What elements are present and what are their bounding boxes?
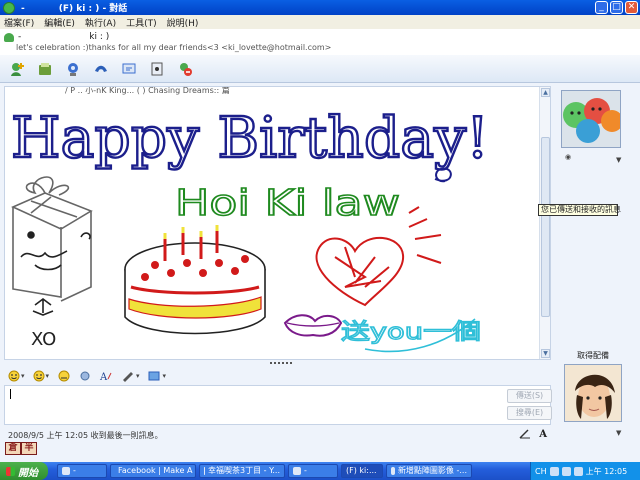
taskbar-item-5[interactable]: (F) ki:... [341, 464, 383, 478]
menu-file[interactable]: 檔案(F) [4, 16, 34, 29]
text-caret [10, 389, 11, 399]
maximize-button[interactable]: □ [610, 1, 623, 14]
start-button[interactable]: 開始 [0, 462, 48, 480]
picture-menu-chevron[interactable]: ▼ [616, 156, 621, 164]
contact-personal-message: let's celebration :)thanks for all my de… [16, 43, 332, 52]
taskbar-item-2[interactable]: Facebook | Make A ... [110, 464, 196, 478]
voice-clip-icon[interactable] [57, 370, 71, 382]
formatting-toolbar: ▾ ▾ A ▾ ▾ [4, 366, 551, 385]
name-text: Hoi Ki law [175, 183, 400, 224]
chat-scrollbar[interactable]: ▲ ▼ [539, 87, 550, 359]
messenger-icon [3, 1, 15, 14]
language-indicator[interactable]: CH [535, 467, 547, 476]
taskbar-item-1[interactable]: - [57, 464, 107, 478]
window-title: - (F) ki : ) - 對話 [21, 4, 128, 14]
paint-icon [391, 467, 395, 475]
taskbar-item-4[interactable]: - [288, 464, 338, 478]
messenger-icon [293, 467, 301, 475]
voice-call-icon[interactable] [92, 60, 110, 78]
menu-tools[interactable]: 工具(T) [126, 16, 157, 29]
taskbar-item-6[interactable]: 新增點陣圖影像 -... [386, 464, 472, 478]
contact-display-name[interactable]: ki : ) [89, 32, 109, 42]
gift-message-text: 送you一個 [341, 320, 481, 345]
activities-icon[interactable] [120, 60, 138, 78]
text-mode-icon[interactable]: A [539, 429, 547, 442]
background-icon[interactable]: ▾ [148, 370, 166, 382]
menu-help[interactable]: 說明(H) [167, 16, 199, 29]
scroll-thumb[interactable] [541, 137, 550, 317]
message-compose-area[interactable]: 傳送(S) 搜尋(E) [4, 385, 552, 425]
nudge-icon[interactable] [79, 370, 91, 382]
svg-text:A: A [99, 372, 108, 382]
contact-display-picture[interactable] [561, 90, 621, 148]
scroll-down-arrow[interactable]: ▼ [541, 349, 550, 358]
app-icon [62, 467, 70, 475]
status-bar: 2008/9/5 上午 12:05 收到最後一則訊息。 A [4, 428, 551, 442]
gift-box-drawing [11, 176, 93, 302]
contact-name-prefix: - [18, 32, 22, 42]
handwriting-drawing: Happy Birthday! Hoi Ki law XO 送you一個 [10, 105, 490, 353]
games-icon[interactable] [148, 60, 166, 78]
main-toolbar [0, 55, 640, 83]
scroll-up-arrow[interactable]: ▲ [541, 88, 550, 97]
get-accessories-label[interactable]: 取得配備 [577, 350, 609, 361]
title-bar: - (F) ki : ) - 對話 _ □ ✕ [0, 0, 640, 15]
input-method-bar: 倉 半 [5, 442, 37, 455]
system-tray: CH 上午 12:05 [530, 462, 640, 480]
block-contact-icon[interactable] [176, 60, 194, 78]
chat-history[interactable]: / P .. 小-nK King... ( ) Chasing Dreams::… [4, 86, 551, 360]
ime-mode-button[interactable]: 倉 [5, 442, 21, 455]
windows-logo-icon [6, 466, 15, 476]
happy-birthday-text: Happy Birthday! [11, 106, 489, 171]
wink-icon[interactable]: ▾ [33, 370, 49, 382]
send-file-icon[interactable] [36, 60, 54, 78]
history-tooltip: 您已傳送和接收的訊息 [538, 204, 621, 216]
contact-header: - ki : ) let's celebration :)thanks for … [0, 29, 640, 55]
window-controls: _ □ ✕ [595, 1, 638, 14]
volume-icon[interactable] [561, 466, 571, 476]
tray-app-icon[interactable] [549, 466, 559, 476]
network-icon[interactable] [573, 466, 583, 476]
menu-actions[interactable]: 執行(A) [85, 16, 116, 29]
browser-icon [204, 467, 206, 475]
webcam-status-icon: ◉ [565, 153, 572, 161]
menu-edit[interactable]: 編輯(E) [44, 16, 75, 29]
minimize-button[interactable]: _ [595, 1, 608, 14]
splitter-grip[interactable] [270, 362, 292, 364]
taskbar: 開始 - Facebook | Make A ... 幸福喫茶3丁目 - Y..… [0, 462, 640, 480]
close-button[interactable]: ✕ [625, 1, 638, 14]
my-display-picture[interactable] [564, 364, 622, 422]
conversation-window: - (F) ki : ) - 對話 _ □ ✕ 檔案(F) 編輯(E) 執行(A)… [0, 0, 640, 462]
last-message-status: 2008/9/5 上午 12:05 收到最後一則訊息。 [8, 430, 163, 440]
gift-caption: XO [31, 329, 56, 350]
contact-pictures-panel: ◉ ▼ 取得配備 ▼ [552, 86, 640, 460]
lips-drawing [283, 314, 343, 337]
taskbar-item-3[interactable]: 幸福喫茶3丁目 - Y... [199, 464, 285, 478]
search-button[interactable]: 搜尋(E) [507, 406, 552, 420]
birthday-cake-drawing [124, 225, 266, 335]
buddy-status-icon [4, 32, 14, 42]
pen-icon[interactable]: ▾ [121, 370, 140, 382]
send-button[interactable]: 傳送(S) [507, 389, 552, 403]
menu-bar: 檔案(F) 編輯(E) 執行(A) 工具(T) 說明(H) [0, 15, 640, 29]
ime-width-button[interactable]: 半 [21, 442, 37, 455]
font-icon[interactable]: A [99, 370, 113, 382]
my-picture-menu-chevron[interactable]: ▼ [616, 429, 621, 437]
handwriting-mode-icon[interactable] [519, 429, 531, 442]
clock[interactable]: 上午 12:05 [586, 466, 628, 477]
webcam-icon[interactable] [64, 60, 82, 78]
invite-contact-icon[interactable] [8, 60, 26, 78]
emoticon-icon[interactable]: ▾ [8, 370, 25, 382]
